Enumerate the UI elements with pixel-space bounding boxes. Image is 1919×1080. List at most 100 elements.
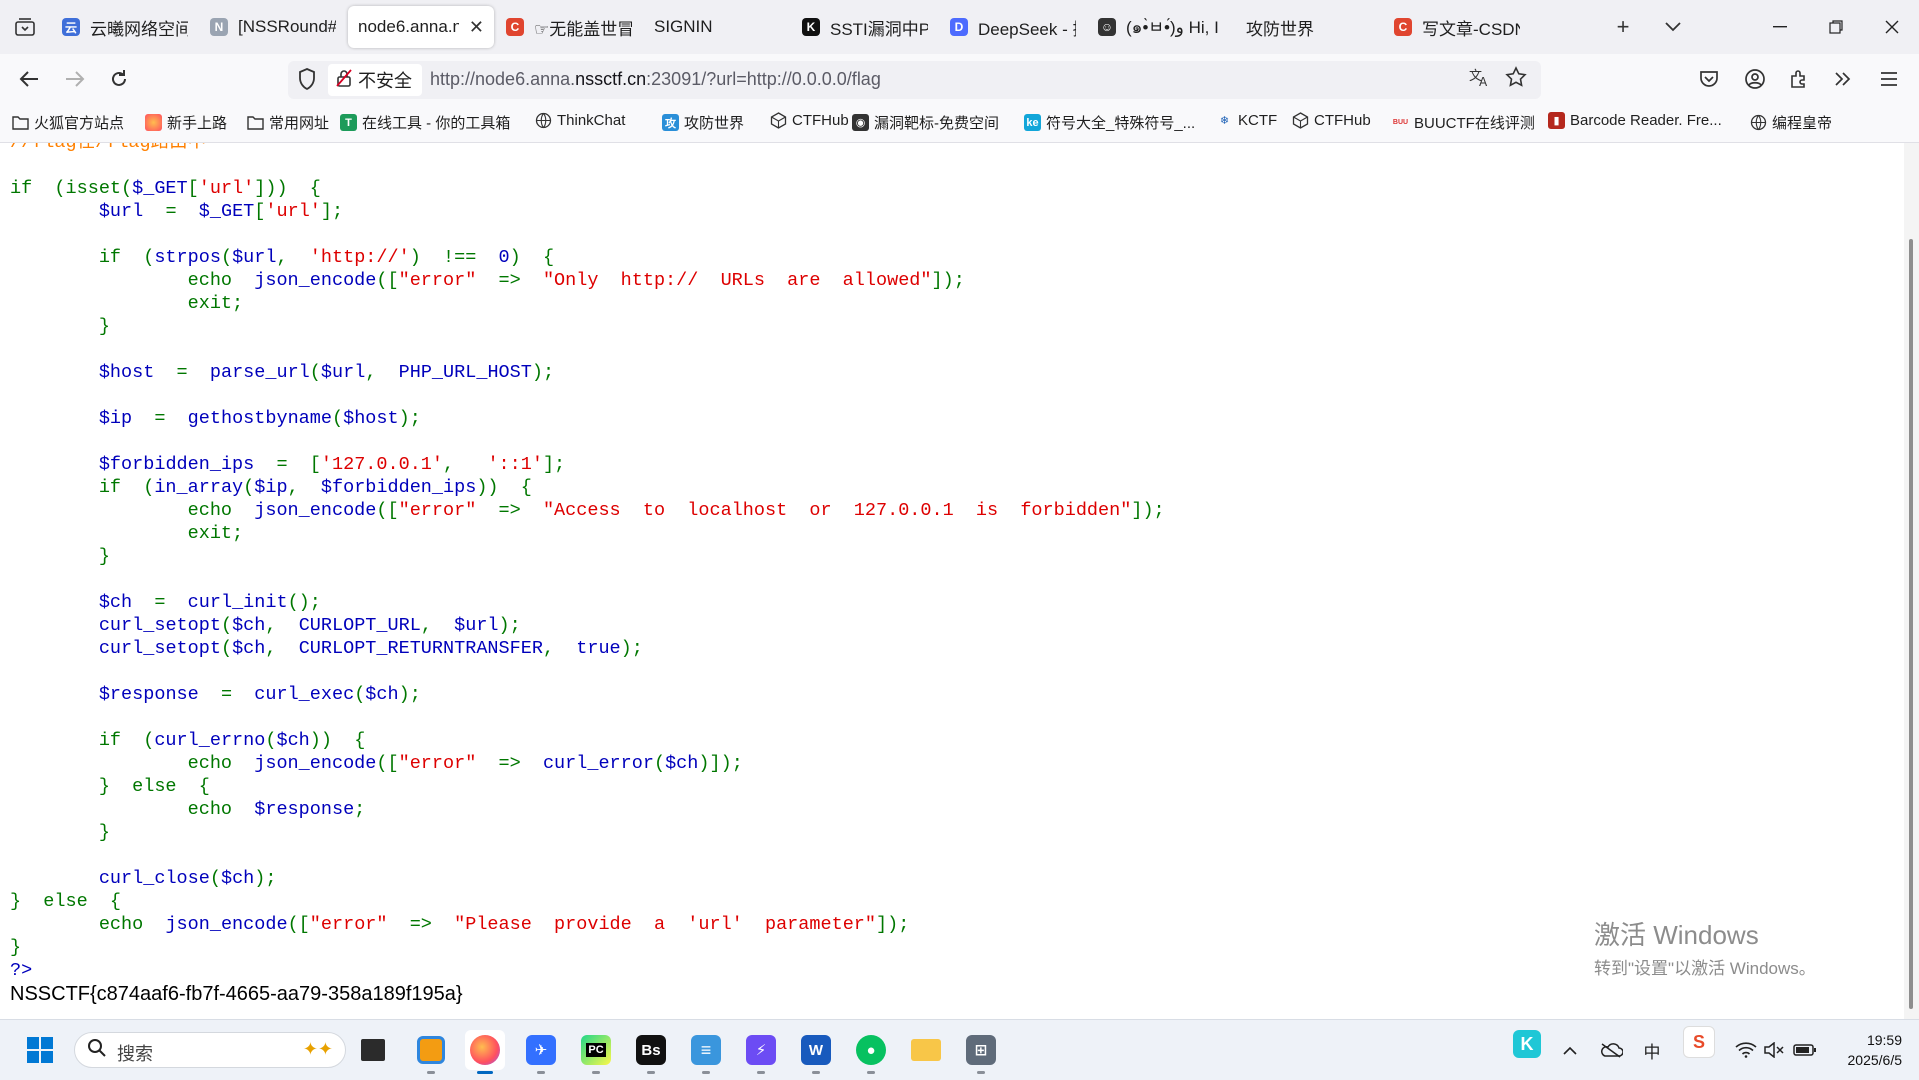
taskbar-vsstudio-icon[interactable]: ⚡ [741,1030,781,1074]
taskbar-burpsuite-icon[interactable]: Bs [631,1030,671,1074]
tray-sogou-icon[interactable]: S [1682,1026,1716,1058]
snow-icon: ❄ [1219,115,1230,127]
tab-5[interactable]: SIGNIN [644,6,790,48]
taskbar-search-box[interactable]: 搜索 ✦✦ [74,1032,346,1068]
extensions-icon[interactable] [1780,60,1818,98]
url-text[interactable]: http://node6.anna.nssctf.cn:23091/?url=h… [430,69,881,90]
taskbar-file-explorer-icon[interactable] [906,1030,946,1070]
close-window-button[interactable] [1864,0,1919,54]
tab-title: 写文章-CSDN创 [1422,19,1520,39]
forward-button[interactable] [56,60,94,98]
minimize-button[interactable] [1752,0,1808,54]
bookmark-item[interactable]: CTFHub [1292,112,1371,129]
task-view-icon[interactable] [353,1030,393,1070]
bookmark-item[interactable]: 常用网址 [247,112,329,133]
tray-app-k-icon[interactable]: K [1512,1030,1542,1058]
bookmark-item[interactable]: ▮ Barcode Reader. Fre... [1548,112,1722,129]
tray-ime-indicator[interactable]: 中 [1640,1038,1664,1062]
tab-1[interactable]: 云云曦网络空间安 [52,6,198,48]
account-icon[interactable] [1736,60,1774,98]
bookmark-item[interactable]: ThinkChat [535,112,625,129]
tab-2[interactable]: N [NSSRound#2 [200,6,346,48]
watermark-title: 激活 Windows [1594,920,1759,950]
bookmark-item[interactable]: CTFHub [770,112,849,129]
restore-button[interactable] [1808,0,1864,54]
tab-4[interactable]: C ☞无能盖世冒运 [496,6,642,48]
scrollbar-thumb[interactable] [1909,239,1913,1009]
search-icon [87,1038,107,1064]
firefox-icon [145,114,162,131]
taskbar-notepad-icon[interactable]: ≡ [686,1030,726,1074]
bookmark-label: 符号大全_特殊符号_... [1046,115,1196,132]
insecure-connection-indicator[interactable]: 不安全 [328,64,422,96]
bookmark-item[interactable]: 火狐官方站点 [12,112,124,133]
tab-title: SSTI漏洞中Pyt [830,19,928,39]
tab-favicon-icon: C [1394,18,1412,36]
bookmark-star-icon[interactable] [1505,66,1527,94]
clock-date: 2025/6/5 [1847,1052,1903,1068]
tracking-shield-icon[interactable] [298,68,316,96]
back-button[interactable] [10,60,48,98]
tab-10[interactable]: C 写文章-CSDN创 [1384,6,1530,48]
bookmark-label: Barcode Reader. Fre... [1570,112,1722,129]
tab-9[interactable]: 攻防世界 [1236,6,1382,48]
page-scrollbar[interactable] [1904,143,1919,1019]
translate-icon[interactable]: 文A [1469,67,1491,93]
reload-button[interactable] [100,60,138,98]
tab-favicon-icon: C [506,18,524,36]
taskbar-network-tool-icon[interactable]: ⊞ [961,1030,1001,1074]
navigation-toolbar: 不安全 http://node6.anna.nssctf.cn:23091/?u… [0,54,1919,104]
tab-3[interactable]: node6.anna.nss ✕ [348,6,494,48]
taskbar-app-ide-icon[interactable] [411,1030,451,1074]
bookmark-item[interactable]: 新手上路 [145,112,227,133]
ke-icon: ke [1024,114,1041,131]
tab-title: node6.anna.nss [358,17,459,36]
tray-wifi-icon[interactable] [1734,1038,1758,1062]
tray-battery-icon[interactable] [1792,1038,1818,1062]
bookmarks-toolbar: 火狐官方站点 新手上路 常用网址 T 在线工具 - 你的工具箱 ThinkChat 攻攻防世… [0,104,1919,143]
tab-list-icon[interactable] [0,0,50,54]
bookmark-item[interactable]: 攻攻防世界 [662,112,744,133]
adworld-icon: 攻 [662,114,679,131]
tab-favicon-icon: 云 [62,18,80,36]
bookmark-item[interactable]: T 在线工具 - 你的工具箱 [340,112,510,133]
bookmark-item[interactable]: ke 符号大全_特殊符号_... [1024,112,1195,133]
tool-icon: T [340,114,357,131]
tab-favicon-icon: N [210,18,228,36]
taskbar-clock[interactable]: 19:59 2025/6/5 [1832,1030,1903,1070]
tab-overflow-button[interactable] [1651,0,1695,54]
tab-close-icon[interactable]: ✕ [469,17,484,38]
bookmark-label: ThinkChat [557,112,626,129]
bookmark-label: 漏洞靶标-免费空间 [874,115,999,132]
more-tools-icon[interactable] [1824,60,1862,98]
tab-title: DeepSeek - 探 [978,19,1076,39]
taskbar-firefox-icon[interactable] [465,1030,505,1074]
taskbar-word-icon[interactable]: W [796,1030,836,1074]
taskbar-feishu-icon[interactable]: ✈ [521,1030,561,1074]
camera-icon: ◉ [852,114,869,131]
tab-7[interactable]: D DeepSeek - 探 [940,6,1086,48]
new-tab-button[interactable]: + [1601,0,1645,54]
url-suffix: :23091/?url=http://0.0.0.0/flag [646,69,881,89]
bookmark-item[interactable]: BUU BUUCTF在线评测 [1392,112,1535,133]
tray-overflow-chevron-icon[interactable] [1560,1038,1580,1062]
bookmark-label: BUUCTF在线评测 [1414,115,1535,132]
url-bar[interactable]: 不安全 http://node6.anna.nssctf.cn:23091/?u… [288,61,1541,99]
tray-volume-muted-icon[interactable] [1762,1038,1786,1062]
tab-8[interactable]: ☺ (๑•̀ㅂ•́)و Hi, I n [1088,6,1234,48]
tab-6[interactable]: K SSTI漏洞中Pyt [792,6,938,48]
taskbar-wechat-icon[interactable]: ● [851,1030,891,1074]
pocket-icon[interactable] [1690,60,1728,98]
taskbar-pycharm-icon[interactable]: PC [576,1030,616,1074]
tray-onedrive-icon[interactable] [1598,1038,1624,1062]
flag-output-text: NSSCTF{c874aaf6-fb7f-4665-aa79-358a189f1… [10,983,463,1005]
start-button[interactable] [20,1030,60,1070]
search-placeholder: 搜索 [117,1044,153,1064]
folder-icon [12,114,29,131]
tab-favicon-icon: K [802,18,820,36]
bookmark-item[interactable]: ❄ KCTF [1216,112,1277,129]
menu-icon[interactable] [1870,60,1908,98]
bookmark-item[interactable]: 编程皇帝 [1750,112,1832,133]
bookmark-item[interactable]: ◉ 漏洞靶标-免费空间 [852,112,999,133]
globe-icon [1750,114,1767,131]
